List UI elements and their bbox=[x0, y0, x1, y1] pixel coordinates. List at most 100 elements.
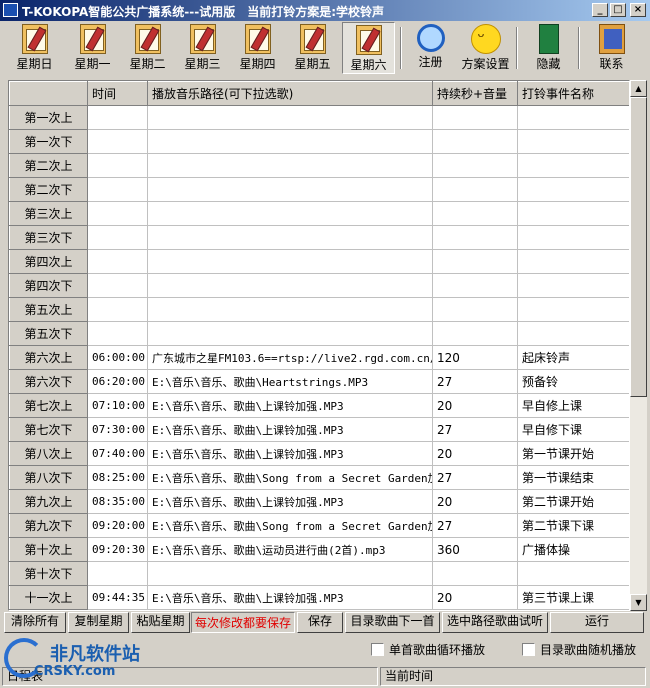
day-button-friday[interactable]: 星期五 bbox=[286, 22, 339, 74]
day-button-wednesday[interactable]: 星期三 bbox=[176, 22, 229, 74]
cell-event[interactable] bbox=[517, 105, 629, 130]
day-button-monday[interactable]: 星期一 bbox=[66, 22, 119, 74]
scroll-down-button[interactable]: ▼ bbox=[630, 594, 647, 611]
cell-duration[interactable]: 27 bbox=[432, 513, 518, 538]
cell-event[interactable] bbox=[517, 225, 629, 250]
cell-duration[interactable] bbox=[432, 177, 518, 202]
random-play-checkbox[interactable]: 目录歌曲随机播放 bbox=[522, 641, 636, 658]
cell-event[interactable]: 预备铃 bbox=[517, 369, 629, 394]
cell-event[interactable]: 第一节课结束 bbox=[517, 465, 629, 490]
clear-all-button[interactable]: 清除所有 bbox=[4, 612, 66, 633]
cell-time[interactable]: 08:35:00 bbox=[87, 489, 148, 514]
cell-event[interactable] bbox=[517, 129, 629, 154]
cell-duration[interactable] bbox=[432, 249, 518, 274]
cell-time[interactable] bbox=[87, 321, 148, 346]
cell-duration[interactable]: 20 bbox=[432, 393, 518, 418]
next-song-button[interactable]: 目录歌曲下一首 bbox=[345, 612, 440, 633]
contact-button[interactable]: 联系 bbox=[585, 22, 638, 74]
cell-time[interactable]: 09:20:30 bbox=[87, 537, 148, 562]
cell-event[interactable]: 起床铃声 bbox=[517, 345, 629, 370]
day-button-tuesday[interactable]: 星期二 bbox=[121, 22, 174, 74]
cell-path[interactable] bbox=[147, 153, 433, 178]
cell-duration[interactable] bbox=[432, 321, 518, 346]
day-button-thursday[interactable]: 星期四 bbox=[231, 22, 284, 74]
copy-day-button[interactable]: 复制星期 bbox=[68, 612, 129, 633]
cell-time[interactable]: 07:40:00 bbox=[87, 441, 148, 466]
cell-event[interactable] bbox=[517, 249, 629, 274]
cell-time[interactable]: 07:30:00 bbox=[87, 417, 148, 442]
cell-time[interactable] bbox=[87, 225, 148, 250]
cell-event[interactable] bbox=[517, 561, 629, 586]
cell-path[interactable] bbox=[147, 201, 433, 226]
cell-duration[interactable] bbox=[432, 561, 518, 586]
cell-event[interactable]: 第二节课开始 bbox=[517, 489, 629, 514]
cell-event[interactable]: 早自修上课 bbox=[517, 393, 629, 418]
cell-duration[interactable] bbox=[432, 105, 518, 130]
cell-path[interactable]: E:\音乐\音乐、歌曲\Song from a Secret Garden加强 bbox=[147, 513, 433, 538]
cell-duration[interactable]: 360 bbox=[432, 537, 518, 562]
cell-path[interactable]: E:\音乐\音乐、歌曲\上课铃加强.MP3 bbox=[147, 489, 433, 514]
cell-duration[interactable]: 27 bbox=[432, 465, 518, 490]
cell-path[interactable]: E:\音乐\音乐、歌曲\Song from a Secret Garden加强 bbox=[147, 465, 433, 490]
maximize-button[interactable]: □ bbox=[610, 3, 626, 17]
cell-duration[interactable] bbox=[432, 297, 518, 322]
cell-time[interactable]: 06:00:00 bbox=[87, 345, 148, 370]
cell-path[interactable] bbox=[147, 225, 433, 250]
cell-time[interactable] bbox=[87, 297, 148, 322]
cell-event[interactable]: 广播体操 bbox=[517, 537, 629, 562]
single-loop-checkbox[interactable]: 单首歌曲循环播放 bbox=[371, 641, 485, 658]
cell-duration[interactable]: 20 bbox=[432, 585, 518, 610]
cell-duration[interactable] bbox=[432, 225, 518, 250]
cell-time[interactable] bbox=[87, 249, 148, 274]
checkbox-box[interactable] bbox=[522, 643, 535, 656]
register-button[interactable]: 注册 bbox=[404, 22, 457, 74]
cell-time[interactable] bbox=[87, 201, 148, 226]
cell-path[interactable]: E:\音乐\音乐、歌曲\上课铃加强.MP3 bbox=[147, 441, 433, 466]
day-button-sunday[interactable]: 星期日 bbox=[8, 22, 61, 74]
cell-time[interactable]: 07:10:00 bbox=[87, 393, 148, 418]
cell-duration[interactable]: 27 bbox=[432, 369, 518, 394]
cell-time[interactable]: 09:44:35 bbox=[87, 585, 148, 610]
cell-path[interactable] bbox=[147, 561, 433, 586]
cell-duration[interactable] bbox=[432, 273, 518, 298]
hide-button[interactable]: 隐藏 bbox=[522, 22, 575, 74]
cell-event[interactable]: 第二节课下课 bbox=[517, 513, 629, 538]
cell-path[interactable] bbox=[147, 105, 433, 130]
cell-duration[interactable]: 20 bbox=[432, 441, 518, 466]
minimize-button[interactable]: _ bbox=[592, 3, 608, 17]
vertical-scrollbar[interactable]: ▲ ▼ bbox=[630, 80, 647, 611]
cell-event[interactable]: 第一节课开始 bbox=[517, 441, 629, 466]
cell-path[interactable]: E:\音乐\音乐、歌曲\上课铃加强.MP3 bbox=[147, 585, 433, 610]
cell-path[interactable] bbox=[147, 249, 433, 274]
cell-event[interactable]: 第三节课上课 bbox=[517, 585, 629, 610]
cell-path[interactable]: E:\音乐\音乐、歌曲\运动员进行曲(2首).mp3 bbox=[147, 537, 433, 562]
cell-event[interactable] bbox=[517, 297, 629, 322]
cell-time[interactable] bbox=[87, 153, 148, 178]
cell-time[interactable] bbox=[87, 105, 148, 130]
cell-path[interactable] bbox=[147, 297, 433, 322]
cell-event[interactable] bbox=[517, 321, 629, 346]
cell-path[interactable] bbox=[147, 273, 433, 298]
cell-duration[interactable]: 20 bbox=[432, 489, 518, 514]
test-song-button[interactable]: 选中路径歌曲试听 bbox=[442, 612, 548, 633]
cell-duration[interactable] bbox=[432, 153, 518, 178]
save-button[interactable]: 保存 bbox=[297, 612, 343, 633]
cell-path[interactable]: E:\音乐\音乐、歌曲\Heartstrings.MP3 bbox=[147, 369, 433, 394]
cell-event[interactable]: 早自修下课 bbox=[517, 417, 629, 442]
cell-duration[interactable]: 27 bbox=[432, 417, 518, 442]
cell-time[interactable] bbox=[87, 129, 148, 154]
cell-time[interactable] bbox=[87, 561, 148, 586]
cell-time[interactable] bbox=[87, 273, 148, 298]
cell-path[interactable]: 广东城市之星FM103.6==rtsp://live2.rgd.com.cn/1… bbox=[147, 345, 433, 370]
cell-event[interactable] bbox=[517, 177, 629, 202]
day-button-saturday[interactable]: 星期六 bbox=[342, 22, 395, 74]
cell-duration[interactable]: 120 bbox=[432, 345, 518, 370]
cell-time[interactable]: 06:20:00 bbox=[87, 369, 148, 394]
cell-path[interactable] bbox=[147, 177, 433, 202]
cell-path[interactable] bbox=[147, 321, 433, 346]
cell-event[interactable] bbox=[517, 201, 629, 226]
cell-time[interactable] bbox=[87, 177, 148, 202]
scroll-thumb[interactable] bbox=[630, 97, 647, 397]
checkbox-box[interactable] bbox=[371, 643, 384, 656]
cell-duration[interactable] bbox=[432, 129, 518, 154]
